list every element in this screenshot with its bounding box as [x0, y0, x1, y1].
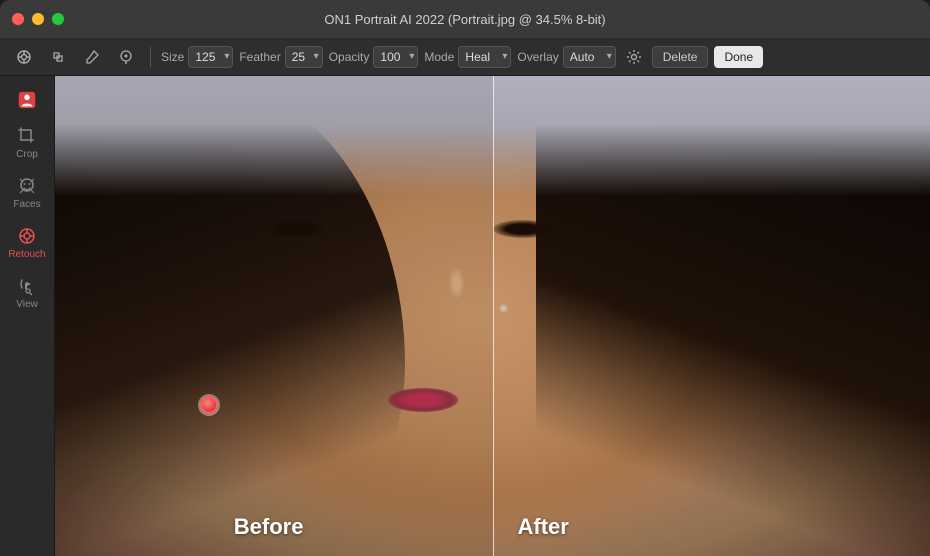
heal-tool-icon[interactable]: [10, 43, 38, 71]
spot-heal-icon[interactable]: [112, 43, 140, 71]
minimize-button[interactable]: [32, 13, 44, 25]
sidebar-item-portrait[interactable]: [5, 84, 49, 116]
window-title: ON1 Portrait AI 2022 (Portrait.jpg @ 34.…: [324, 12, 605, 27]
settings-icon[interactable]: [622, 45, 646, 69]
mode-label: Mode: [424, 50, 454, 64]
size-select-wrapper: 125: [188, 46, 233, 68]
mode-select[interactable]: Heal: [458, 46, 511, 68]
overlay-select-wrapper: Auto: [563, 46, 616, 68]
toolbar: Size 125 Feather 25 Opacity 100 Mode Hea…: [0, 38, 930, 76]
delete-button[interactable]: Delete: [652, 46, 709, 68]
close-button[interactable]: [12, 13, 24, 25]
brush-tool-icon[interactable]: [78, 43, 106, 71]
sidebar: Crop Faces Retouch: [0, 76, 55, 556]
toolbar-separator: [150, 47, 151, 67]
size-label: Size: [161, 50, 184, 64]
feather-label: Feather: [239, 50, 280, 64]
sidebar-crop-label: Crop: [16, 149, 38, 160]
size-select[interactable]: 125: [188, 46, 233, 68]
divider-line: [493, 76, 494, 556]
sidebar-retouch-label: Retouch: [8, 249, 45, 260]
eye-right-shadow: [493, 220, 553, 238]
before-overlay: [55, 76, 493, 556]
opacity-select[interactable]: 100: [373, 46, 418, 68]
before-label: Before: [234, 514, 304, 540]
overlay-select[interactable]: Auto: [563, 46, 616, 68]
clone-stamp-icon[interactable]: [44, 43, 72, 71]
sidebar-item-crop[interactable]: Crop: [5, 120, 49, 166]
overlay-label: Overlay: [517, 50, 558, 64]
opacity-label: Opacity: [329, 50, 370, 64]
opacity-select-wrapper: 100: [373, 46, 418, 68]
retouch-marker[interactable]: [200, 396, 218, 414]
maximize-button[interactable]: [52, 13, 64, 25]
feather-select-wrapper: 25: [285, 46, 323, 68]
done-button[interactable]: Done: [714, 46, 763, 68]
mode-select-wrapper: Heal: [458, 46, 511, 68]
main-area: Crop Faces Retouch: [0, 76, 930, 556]
portrait-image: Before After: [55, 76, 930, 556]
sidebar-item-faces[interactable]: Faces: [5, 170, 49, 216]
sidebar-faces-label: Faces: [13, 199, 40, 210]
opacity-control: Opacity 100: [329, 46, 419, 68]
sidebar-view-label: View: [16, 299, 38, 310]
canvas-area[interactable]: Before After: [55, 76, 930, 556]
feather-select[interactable]: 25: [285, 46, 323, 68]
size-control: Size 125: [161, 46, 233, 68]
after-label: After: [518, 514, 569, 540]
window-controls: [12, 13, 64, 25]
mode-control: Mode Heal: [424, 46, 511, 68]
sidebar-item-retouch[interactable]: Retouch: [5, 220, 49, 266]
overlay-control: Overlay Auto: [517, 46, 615, 68]
feather-control: Feather 25: [239, 46, 322, 68]
sidebar-item-view[interactable]: View: [5, 270, 49, 316]
titlebar: ON1 Portrait AI 2022 (Portrait.jpg @ 34.…: [0, 0, 930, 38]
